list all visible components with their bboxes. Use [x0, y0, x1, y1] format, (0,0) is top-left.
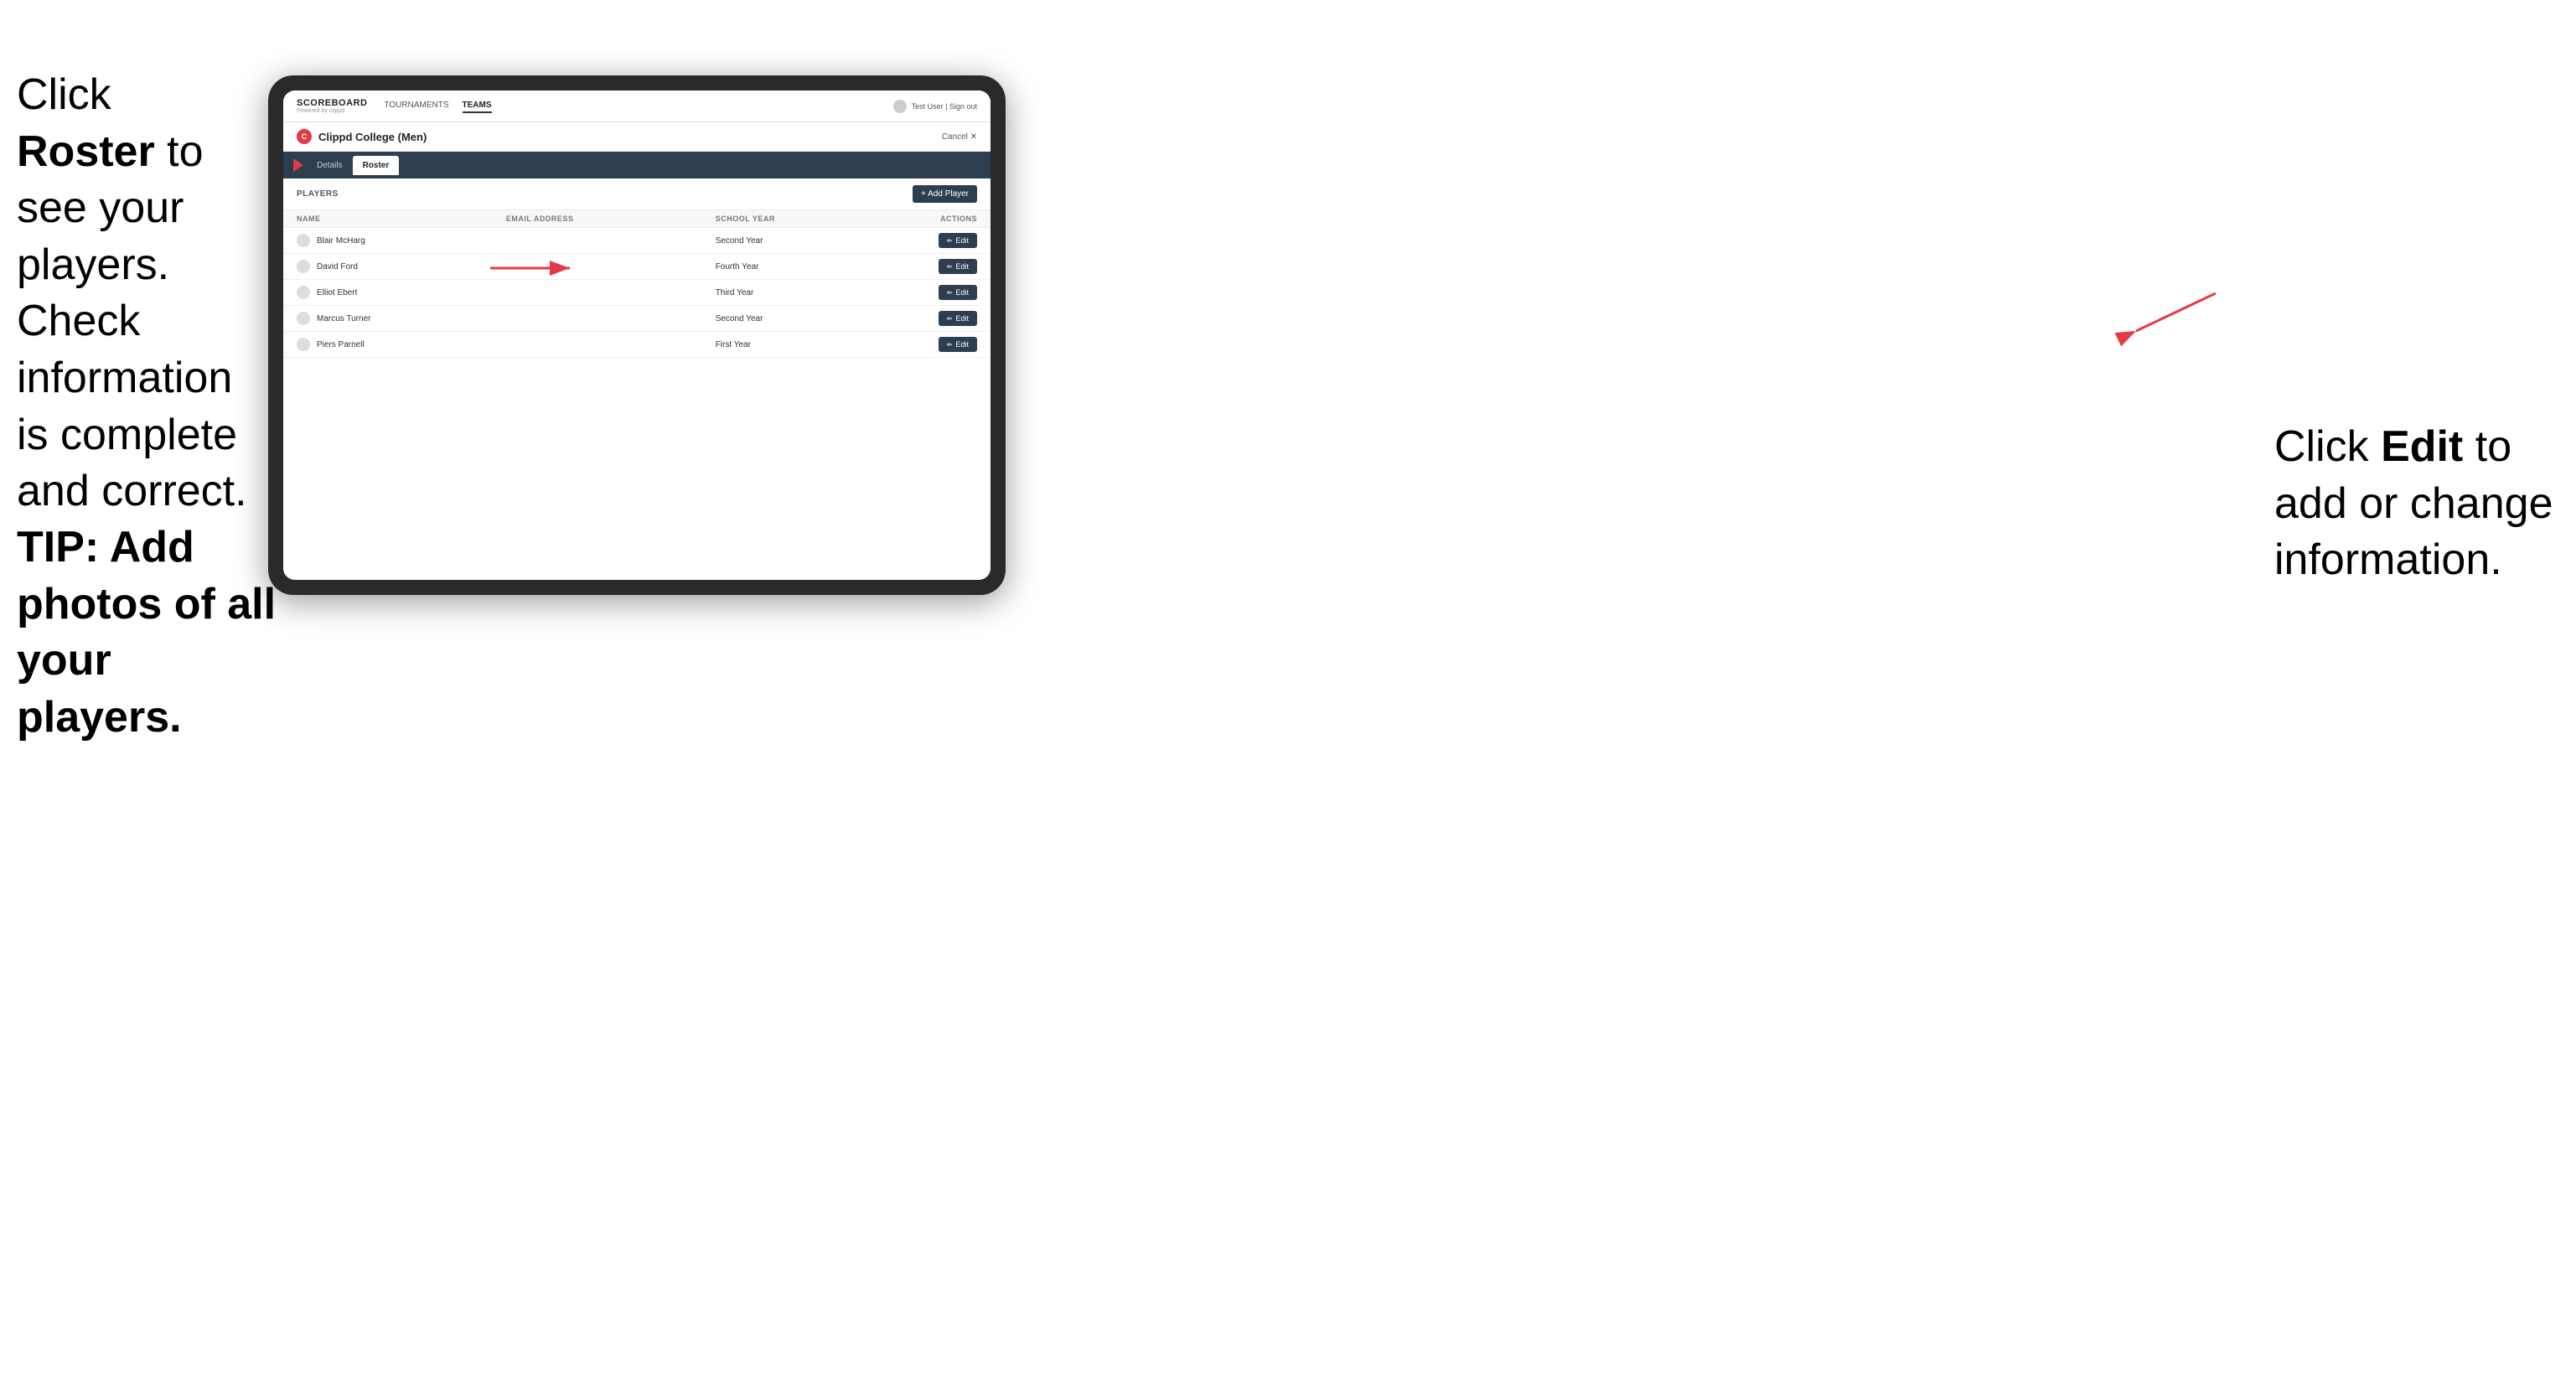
- player-school-year: Third Year: [716, 288, 872, 297]
- add-player-button[interactable]: + Add Player: [913, 185, 977, 203]
- edit-player-button[interactable]: ✏ Edit: [939, 259, 977, 274]
- edit-pencil-icon: ✏: [947, 237, 953, 245]
- players-label: PLAYERS: [297, 189, 339, 199]
- nav-brand: SCOREBOARD Powered by clippd: [297, 99, 367, 114]
- player-avatar: [297, 312, 310, 325]
- table-header: NAME EMAIL ADDRESS SCHOOL YEAR ACTIONS: [283, 210, 991, 228]
- instruction-right: Click Edit to add or change information.: [2274, 419, 2559, 589]
- player-action-cell: ✏ Edit: [872, 337, 977, 352]
- edit-player-button[interactable]: ✏ Edit: [939, 285, 977, 300]
- table-row: David Ford Fourth Year ✏ Edit: [283, 254, 991, 280]
- content-area: PLAYERS + Add Player NAME EMAIL ADDRESS …: [283, 178, 991, 580]
- edit-arrow-svg: [2123, 285, 2224, 352]
- player-action-cell: ✏ Edit: [872, 285, 977, 300]
- instruction-main: Click Roster to see your players. Check …: [17, 67, 251, 520]
- edit-player-button[interactable]: ✏ Edit: [939, 337, 977, 352]
- player-name: Elliot Ebert: [317, 288, 357, 297]
- col-email-header: EMAIL ADDRESS: [506, 215, 716, 223]
- tab-bar: Details Roster: [283, 152, 991, 178]
- roster-arrow-indicator: [293, 158, 303, 172]
- user-label: Test User | Sign out: [912, 102, 977, 111]
- player-name-cell: Piers Parnell: [297, 338, 506, 351]
- player-avatar: [297, 338, 310, 351]
- player-name-cell: Marcus Turner: [297, 312, 506, 325]
- edit-label: Edit: [955, 236, 969, 245]
- edit-label: Edit: [955, 340, 969, 349]
- player-school-year: Fourth Year: [716, 262, 872, 272]
- edit-pencil-icon: ✏: [947, 315, 953, 323]
- player-name-cell: David Ford: [297, 260, 506, 273]
- edit-pencil-icon: ✏: [947, 289, 953, 297]
- table-row: Blair McHarg Second Year ✏ Edit: [283, 228, 991, 254]
- nav-link-tournaments[interactable]: TOURNAMENTS: [384, 99, 448, 113]
- player-name: Marcus Turner: [317, 314, 370, 323]
- player-action-cell: ✏ Edit: [872, 311, 977, 326]
- tab-roster[interactable]: Roster: [353, 156, 400, 175]
- team-header: C Clippd College (Men) Cancel ✕: [283, 122, 991, 152]
- player-name-cell: Elliot Ebert: [297, 286, 506, 299]
- edit-pencil-icon: ✏: [947, 263, 953, 271]
- edit-player-button[interactable]: ✏ Edit: [939, 233, 977, 248]
- team-name: Clippd College (Men): [318, 131, 427, 143]
- roster-arrow-svg: [490, 247, 591, 289]
- brand-title: SCOREBOARD: [297, 99, 367, 108]
- table-row: Piers Parnell First Year ✏ Edit: [283, 332, 991, 358]
- brand-sub: Powered by clippd: [297, 108, 367, 114]
- top-nav: SCOREBOARD Powered by clippd TOURNAMENTS…: [283, 91, 991, 122]
- player-school-year: Second Year: [716, 314, 872, 323]
- player-avatar: [297, 234, 310, 247]
- player-school-year: Second Year: [716, 236, 872, 246]
- edit-player-button[interactable]: ✏ Edit: [939, 311, 977, 326]
- col-name-header: NAME: [297, 215, 506, 223]
- player-avatar: [297, 286, 310, 299]
- nav-link-teams[interactable]: TEAMS: [463, 99, 492, 113]
- col-year-header: SCHOOL YEAR: [716, 215, 872, 223]
- table-row: Elliot Ebert Third Year ✏ Edit: [283, 280, 991, 306]
- player-table-body: Blair McHarg Second Year ✏ Edit David Fo…: [283, 228, 991, 358]
- nav-user: Test User | Sign out: [893, 100, 977, 113]
- nav-links: TOURNAMENTS TEAMS: [384, 99, 892, 113]
- edit-label: Edit: [955, 314, 969, 323]
- team-title-row: C Clippd College (Men): [297, 129, 427, 144]
- edit-label: Edit: [955, 288, 969, 297]
- instruction-roster-bold: Roster: [17, 127, 155, 176]
- player-avatar: [297, 260, 310, 273]
- instruction-tip: TIP: Add photos of all your players.: [17, 520, 285, 746]
- players-section-header: PLAYERS + Add Player: [283, 178, 991, 210]
- tablet-device: SCOREBOARD Powered by clippd TOURNAMENTS…: [268, 75, 1006, 595]
- table-row: Marcus Turner Second Year ✏ Edit: [283, 306, 991, 332]
- player-school-year: First Year: [716, 340, 872, 349]
- edit-pencil-icon: ✏: [947, 341, 953, 349]
- col-actions-header: ACTIONS: [872, 215, 977, 223]
- player-name: Blair McHarg: [317, 236, 365, 246]
- instruction-edit-bold: Edit: [2381, 422, 2463, 471]
- tablet-screen: SCOREBOARD Powered by clippd TOURNAMENTS…: [283, 91, 991, 580]
- player-name-cell: Blair McHarg: [297, 234, 506, 247]
- tab-details[interactable]: Details: [307, 156, 353, 175]
- team-logo: C: [297, 129, 312, 144]
- edit-label: Edit: [955, 262, 969, 271]
- player-name: Piers Parnell: [317, 340, 365, 349]
- player-action-cell: ✏ Edit: [872, 233, 977, 248]
- player-name: David Ford: [317, 262, 358, 272]
- cancel-button[interactable]: Cancel ✕: [942, 132, 977, 142]
- player-action-cell: ✏ Edit: [872, 259, 977, 274]
- user-avatar-icon: [893, 100, 907, 113]
